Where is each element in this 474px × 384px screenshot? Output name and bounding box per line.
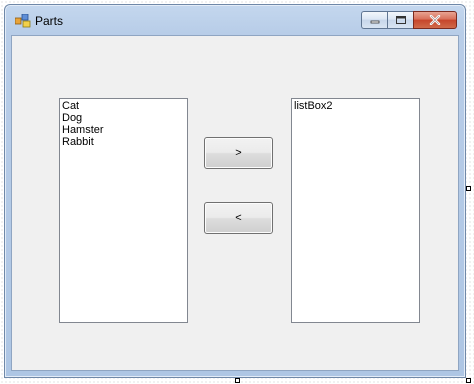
caption-buttons — [361, 11, 457, 30]
title-bar[interactable]: Parts — [5, 5, 465, 35]
move-right-button[interactable]: > — [204, 137, 273, 169]
resize-grip-corner[interactable] — [466, 378, 471, 383]
move-left-button[interactable]: < — [204, 202, 273, 234]
close-icon — [429, 15, 441, 25]
maximize-button[interactable] — [387, 11, 413, 29]
maximize-icon — [395, 16, 406, 24]
list-item[interactable]: Hamster — [62, 124, 185, 136]
list-item[interactable]: Cat — [62, 100, 185, 112]
minimize-icon — [370, 20, 379, 24]
list-item[interactable]: Dog — [62, 112, 185, 124]
list-item[interactable]: Rabbit — [62, 136, 185, 148]
form-window: Parts Cat Dog Hamster Rabbit > < listBox… — [4, 4, 466, 378]
minimize-button[interactable] — [361, 11, 387, 29]
form-client-area: Cat Dog Hamster Rabbit > < listBox2 — [11, 35, 459, 371]
form-icon — [15, 14, 31, 28]
close-button[interactable] — [413, 11, 457, 29]
window-title: Parts — [35, 14, 64, 28]
listbox-2[interactable]: listBox2 — [291, 98, 420, 323]
listbox-1[interactable]: Cat Dog Hamster Rabbit — [59, 98, 188, 323]
list-item[interactable]: listBox2 — [294, 100, 417, 112]
resize-grip-bottom[interactable] — [235, 378, 240, 383]
resize-grip-right[interactable] — [466, 186, 471, 191]
